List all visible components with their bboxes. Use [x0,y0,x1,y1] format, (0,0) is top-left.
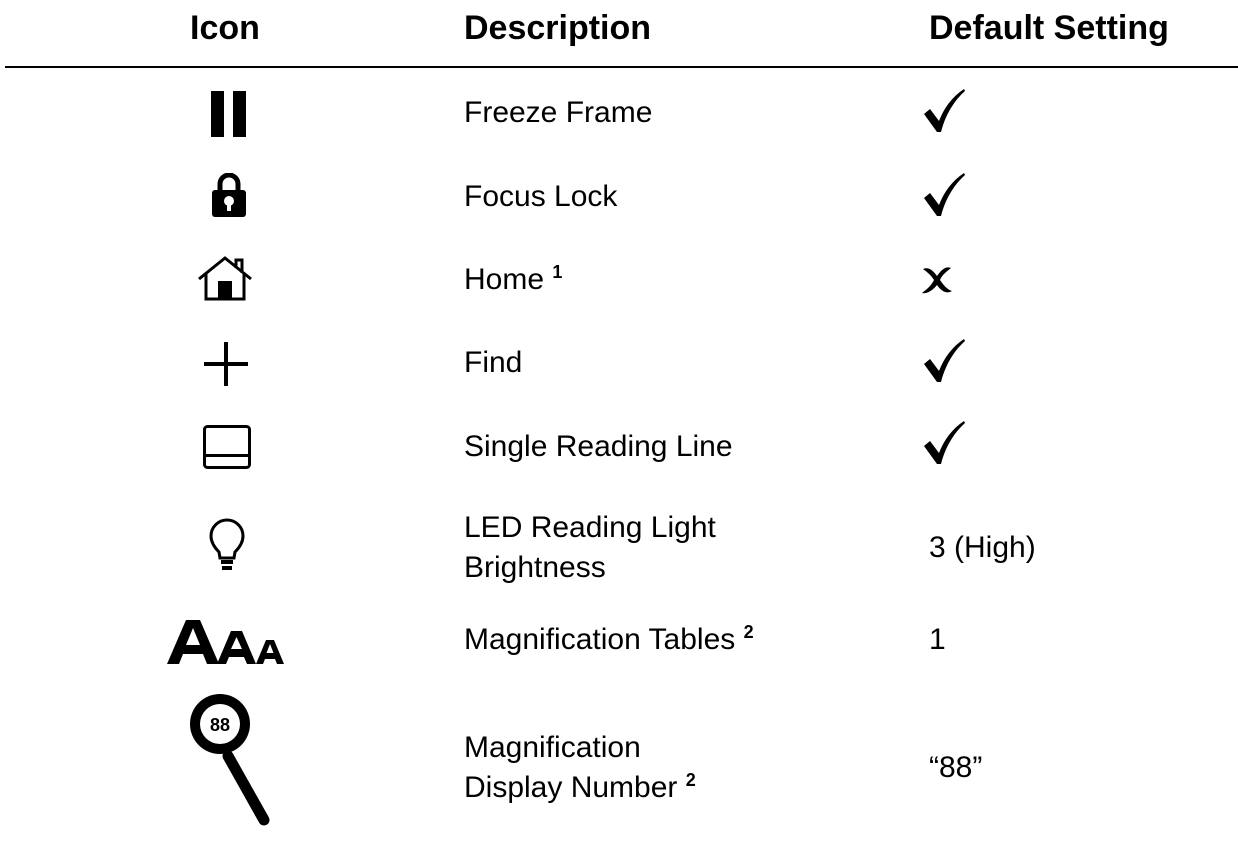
row-description: Single Reading Line [464,430,733,463]
row-description: Magnification Tables 2 [464,622,754,656]
header-rule [5,66,1238,68]
table-row: Magnification Tables 2 1 [0,612,1238,672]
column-header-icon: Icon [190,9,260,47]
font-size-icon [167,618,295,666]
row-description: Focus Lock [464,180,618,213]
row-description-line1: LED Reading Light [464,511,716,544]
cross-icon [920,265,954,300]
table-row: Freeze Frame [0,88,1238,148]
footnote-marker: 1 [552,262,563,282]
table-row: Focus Lock [0,172,1238,232]
crosshair-icon [204,342,248,386]
column-header-default-setting: Default Setting [929,9,1169,47]
home-icon [196,255,254,301]
magnifier-number: 88 [210,715,230,735]
row-description: Find [464,346,523,379]
lightbulb-icon [209,518,245,574]
pause-icon [211,91,247,137]
table-row: Single Reading Line [0,420,1238,482]
default-value: “88” [929,751,983,784]
reading-line-icon [203,425,251,469]
check-icon [922,88,966,139]
check-icon [922,420,966,471]
table-row: Find [0,338,1238,398]
table-row: Home 1 [0,255,1238,315]
lock-icon [212,173,246,217]
row-description: Home 1 [464,262,563,296]
check-icon [922,338,966,389]
row-description-line2: Brightness [464,551,606,584]
magnifier-88-icon: 88 [188,690,272,830]
table-row: 88 Magnification Display Number 2 “88” [0,690,1238,850]
column-header-description: Description [464,9,652,47]
row-description-line2: Display Number 2 [464,770,696,804]
check-icon [922,172,966,223]
footnote-marker: 2 [743,622,754,642]
default-value: 1 [929,623,946,656]
row-description: Freeze Frame [464,96,653,129]
footnote-marker: 2 [685,770,696,790]
default-value: 3 (High) [929,531,1036,564]
table-row: LED Reading Light Brightness 3 (High) [0,500,1238,600]
row-description-line1: Magnification [464,731,641,764]
